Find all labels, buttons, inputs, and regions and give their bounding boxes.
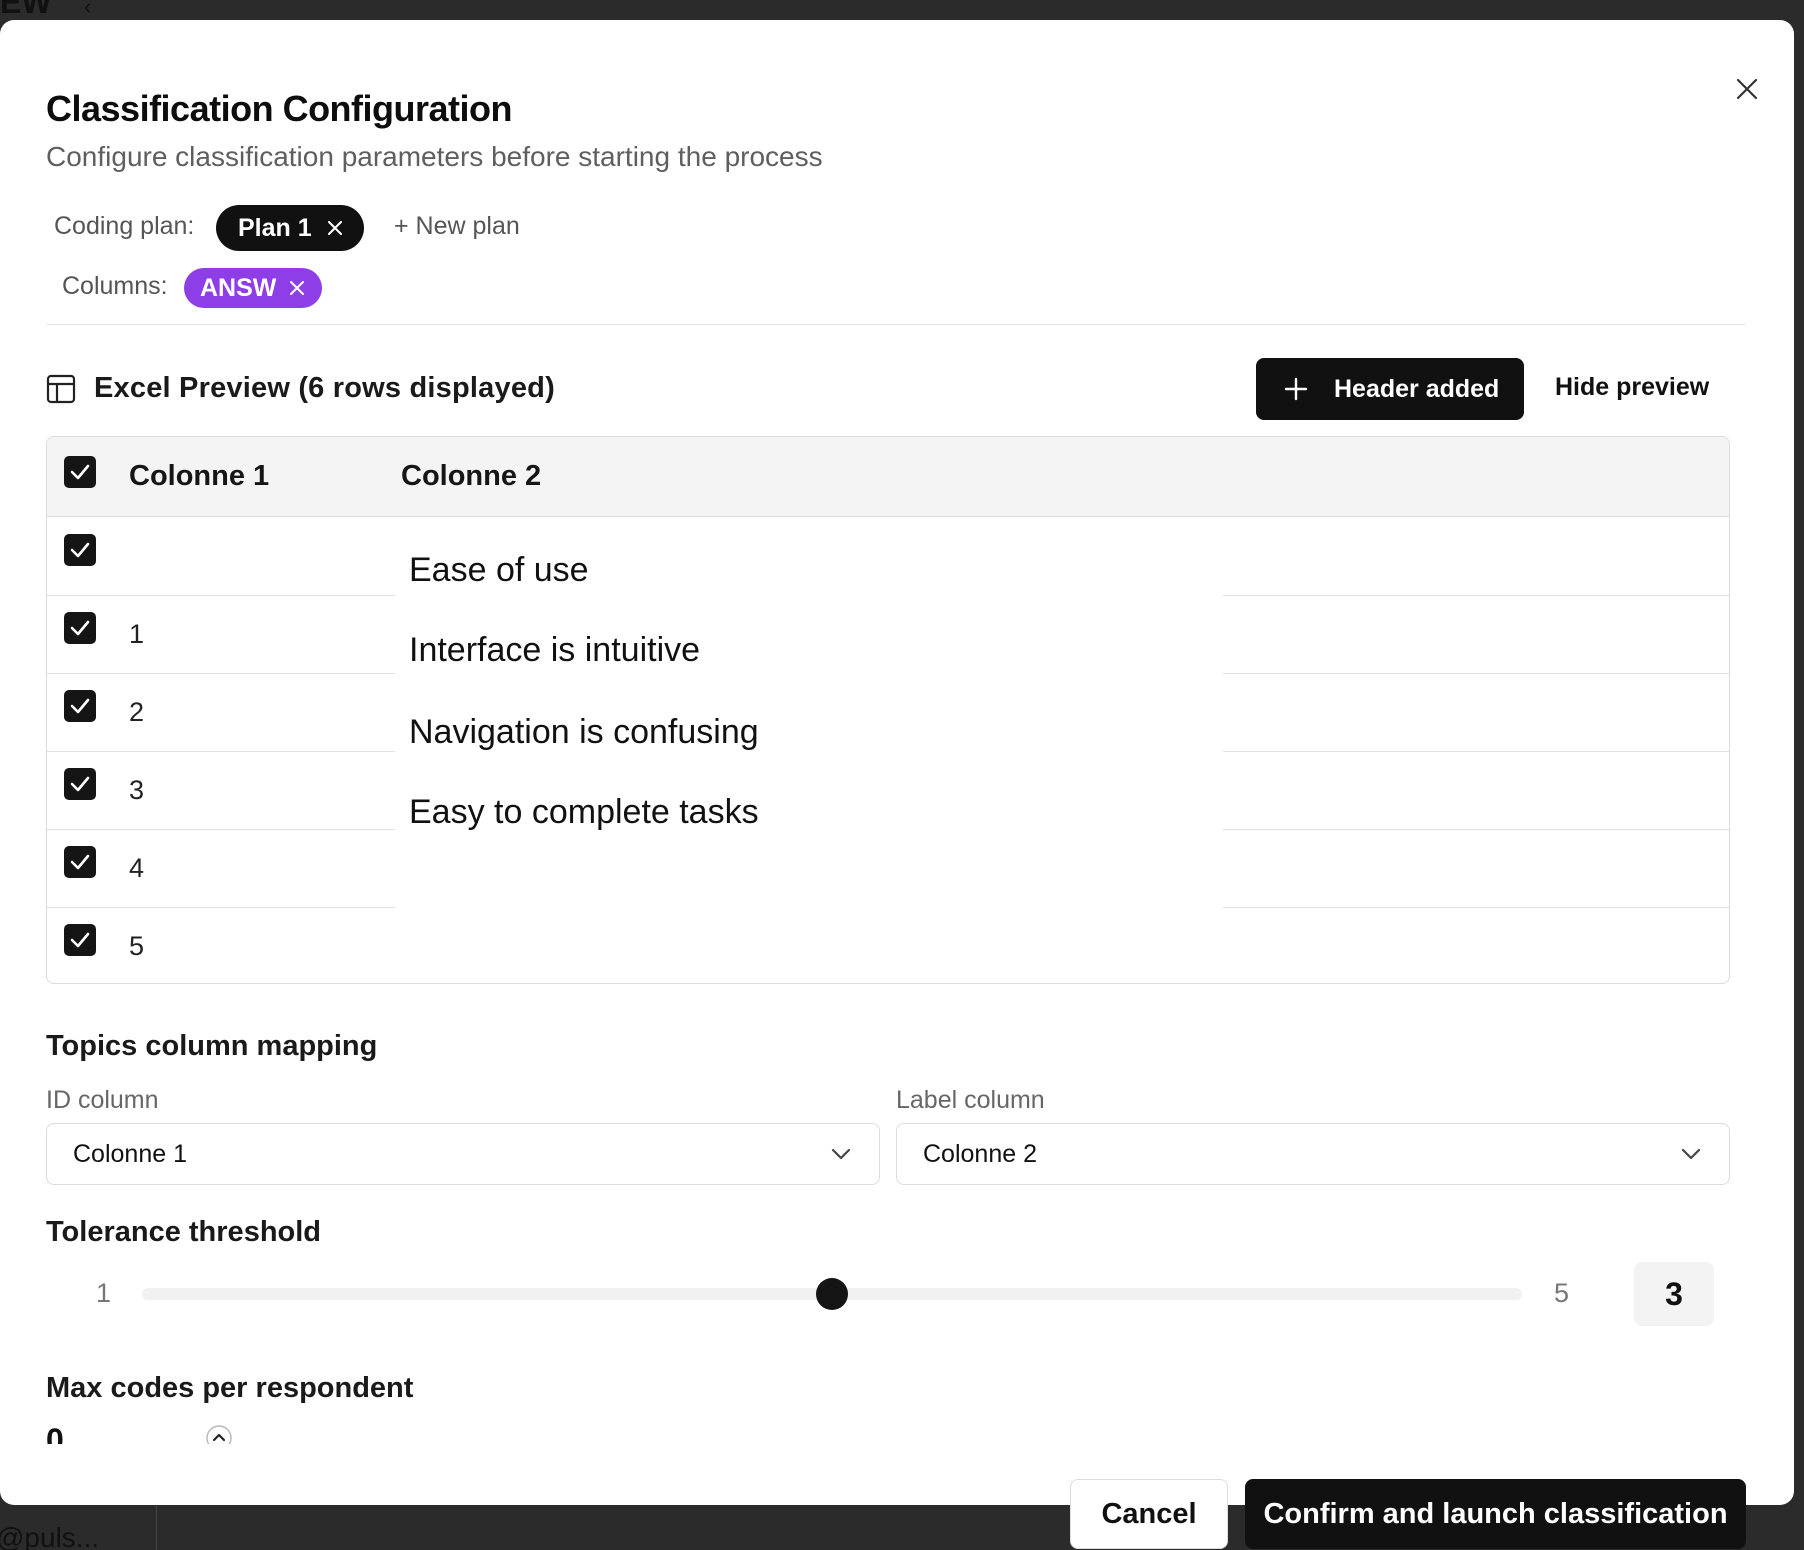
dialog-subtitle: Configure classification parameters befo…: [46, 141, 823, 172]
chevron-left-icon: ‹: [84, 0, 92, 19]
increment-button[interactable]: [205, 1424, 233, 1444]
excel-preview-table: Colonne 1 Colonne 2 Ease of use 1 Interf…: [46, 436, 1730, 984]
table-row: 5: [47, 907, 1729, 983]
row-id-cell: 1: [129, 619, 145, 649]
section-divider: [46, 324, 1746, 325]
row-text-cell: Easy to complete tasks: [409, 793, 759, 831]
check-icon: [70, 776, 90, 792]
table-header-row: Colonne 1 Colonne 2: [47, 437, 1729, 517]
label-column-value: Colonne 2: [923, 1139, 1037, 1168]
table-row: 1 Interface is intuitive: [47, 595, 1729, 673]
tolerance-slider-thumb[interactable]: [816, 1278, 848, 1310]
check-icon: [70, 698, 90, 714]
column-header-2: Colonne 2: [401, 460, 542, 492]
table-row: Ease of use: [47, 517, 1729, 595]
column-header-1: Colonne 1: [129, 460, 270, 492]
background-user-email: @puls...: [0, 1522, 100, 1550]
hide-preview-button[interactable]: Hide preview: [1555, 373, 1709, 402]
background-app-title: EW: [0, 0, 52, 20]
close-icon: [1736, 78, 1758, 100]
row-checkbox[interactable]: [64, 768, 96, 800]
check-icon: [70, 932, 90, 948]
header-added-button[interactable]: Header added: [1256, 358, 1524, 420]
row-id-cell: 5: [129, 931, 145, 961]
max-codes-title: Max codes per respondent: [46, 1372, 414, 1404]
max-codes-value: 0: [46, 1422, 64, 1444]
confirm-launch-button[interactable]: Confirm and launch classification: [1245, 1479, 1746, 1549]
max-codes-input[interactable]: 0: [46, 1422, 64, 1444]
column-chip[interactable]: ANSW: [184, 268, 323, 308]
coding-plan-label: Coding plan:: [54, 212, 195, 240]
remove-plan-icon[interactable]: [327, 221, 342, 235]
tolerance-title: Tolerance threshold: [46, 1216, 322, 1248]
table-icon: [46, 374, 76, 409]
id-column-label: ID column: [46, 1086, 159, 1114]
row-text-cell: Interface is intuitive: [409, 631, 701, 669]
check-icon: [70, 542, 90, 558]
row-text-cell: Ease of use: [409, 551, 589, 589]
chevron-down-icon: [831, 1148, 851, 1160]
tolerance-value: 3: [1634, 1262, 1714, 1326]
dialog-title: Classification Configuration: [46, 88, 513, 129]
table-row: 4: [47, 829, 1729, 907]
plus-icon: [1284, 377, 1308, 401]
check-icon: [70, 854, 90, 870]
id-column-value: Colonne 1: [73, 1139, 187, 1168]
coding-plan-chip[interactable]: Plan 1: [216, 205, 364, 251]
table-row: 3 Easy to complete tasks: [47, 751, 1729, 831]
label-column-label: Label column: [896, 1086, 1045, 1114]
columns-label: Columns:: [62, 272, 168, 300]
column-chip-label: ANSW: [200, 273, 277, 302]
row-checkbox[interactable]: [64, 690, 96, 722]
row-checkbox[interactable]: [64, 612, 96, 644]
row-text-cell: Navigation is confusing: [409, 713, 759, 751]
check-icon: [70, 464, 90, 480]
label-column-select[interactable]: Colonne 2: [896, 1123, 1730, 1185]
remove-column-icon[interactable]: [290, 281, 305, 295]
row-id-cell: 3: [129, 775, 145, 805]
header-added-label: Header added: [1334, 374, 1500, 403]
cancel-button[interactable]: Cancel: [1070, 1479, 1228, 1549]
close-button[interactable]: [1730, 72, 1764, 106]
select-all-checkbox[interactable]: [64, 456, 96, 488]
excel-preview-title: Excel Preview (6 rows displayed): [94, 372, 555, 404]
row-checkbox[interactable]: [64, 846, 96, 878]
row-id-cell: 2: [129, 697, 145, 727]
topics-mapping-title: Topics column mapping: [46, 1030, 378, 1062]
slider-min-label: 1: [96, 1278, 112, 1308]
row-id-cell: 4: [129, 853, 145, 883]
row-checkbox[interactable]: [64, 924, 96, 956]
check-icon: [70, 620, 90, 636]
slider-max-label: 5: [1554, 1278, 1570, 1308]
row-checkbox[interactable]: [64, 534, 96, 566]
table-row: 2 Navigation is confusing: [47, 673, 1729, 751]
chevron-up-icon: [206, 1425, 232, 1444]
new-plan-button[interactable]: + New plan: [394, 212, 520, 241]
coding-plan-chip-label: Plan 1: [238, 213, 312, 242]
background-divider: [156, 1505, 157, 1550]
chevron-down-icon: [1681, 1148, 1701, 1160]
id-column-select[interactable]: Colonne 1: [46, 1123, 880, 1185]
background-top-bar: [0, 0, 1804, 20]
